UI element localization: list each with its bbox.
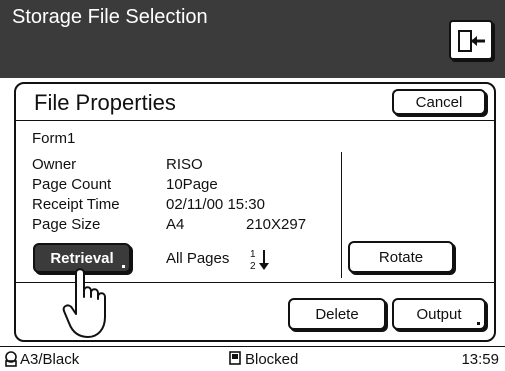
page-size-dimensions: 210X297: [246, 216, 307, 233]
file-name: Form1: [32, 130, 76, 147]
status-state: Blocked: [245, 351, 299, 368]
cancel-label: Cancel: [415, 93, 463, 111]
retrieval-label: Retrieval: [50, 249, 114, 267]
app-title: Storage File Selection: [12, 6, 208, 28]
exit-button[interactable]: [449, 20, 493, 60]
page-size-label: Page Size: [32, 216, 101, 233]
button-corner-mark: [122, 265, 125, 268]
header-divider: [16, 120, 494, 121]
rotate-label: Rotate: [378, 248, 424, 266]
output-label: Output: [416, 305, 462, 323]
button-corner-mark: [477, 322, 480, 325]
drum-icon: [5, 351, 17, 367]
hand-pointer-icon: [62, 268, 106, 338]
page-order-icon: 1 2: [250, 249, 269, 272]
svg-text:1: 1: [250, 249, 256, 260]
status-time: 13:59: [461, 351, 499, 368]
status-paper: A3/Black: [20, 351, 80, 368]
page-count-label: Page Count: [32, 176, 112, 193]
output-button[interactable]: Output: [392, 298, 486, 330]
owner-label: Owner: [32, 156, 77, 173]
vertical-divider: [341, 152, 342, 278]
exit-door-icon: [458, 30, 485, 52]
panel-title: File Properties: [34, 90, 176, 115]
status-bar-divider: [0, 346, 505, 347]
svg-text:2: 2: [250, 261, 256, 272]
receipt-time-value: 02/11/00 15:30: [166, 196, 265, 213]
all-pages-label: All Pages: [166, 250, 230, 267]
delete-button[interactable]: Delete: [288, 298, 386, 330]
blocked-icon: [229, 351, 241, 365]
delete-label: Delete: [315, 305, 359, 323]
receipt-time-label: Receipt Time: [32, 196, 120, 213]
title-bar: Storage File Selection: [0, 0, 505, 78]
owner-value: RISO: [166, 156, 203, 173]
page-size-value: A4: [166, 216, 185, 233]
page-count-value: 10Page: [166, 176, 218, 193]
cancel-button[interactable]: Cancel: [392, 89, 486, 115]
rotate-button[interactable]: Rotate: [348, 241, 454, 273]
